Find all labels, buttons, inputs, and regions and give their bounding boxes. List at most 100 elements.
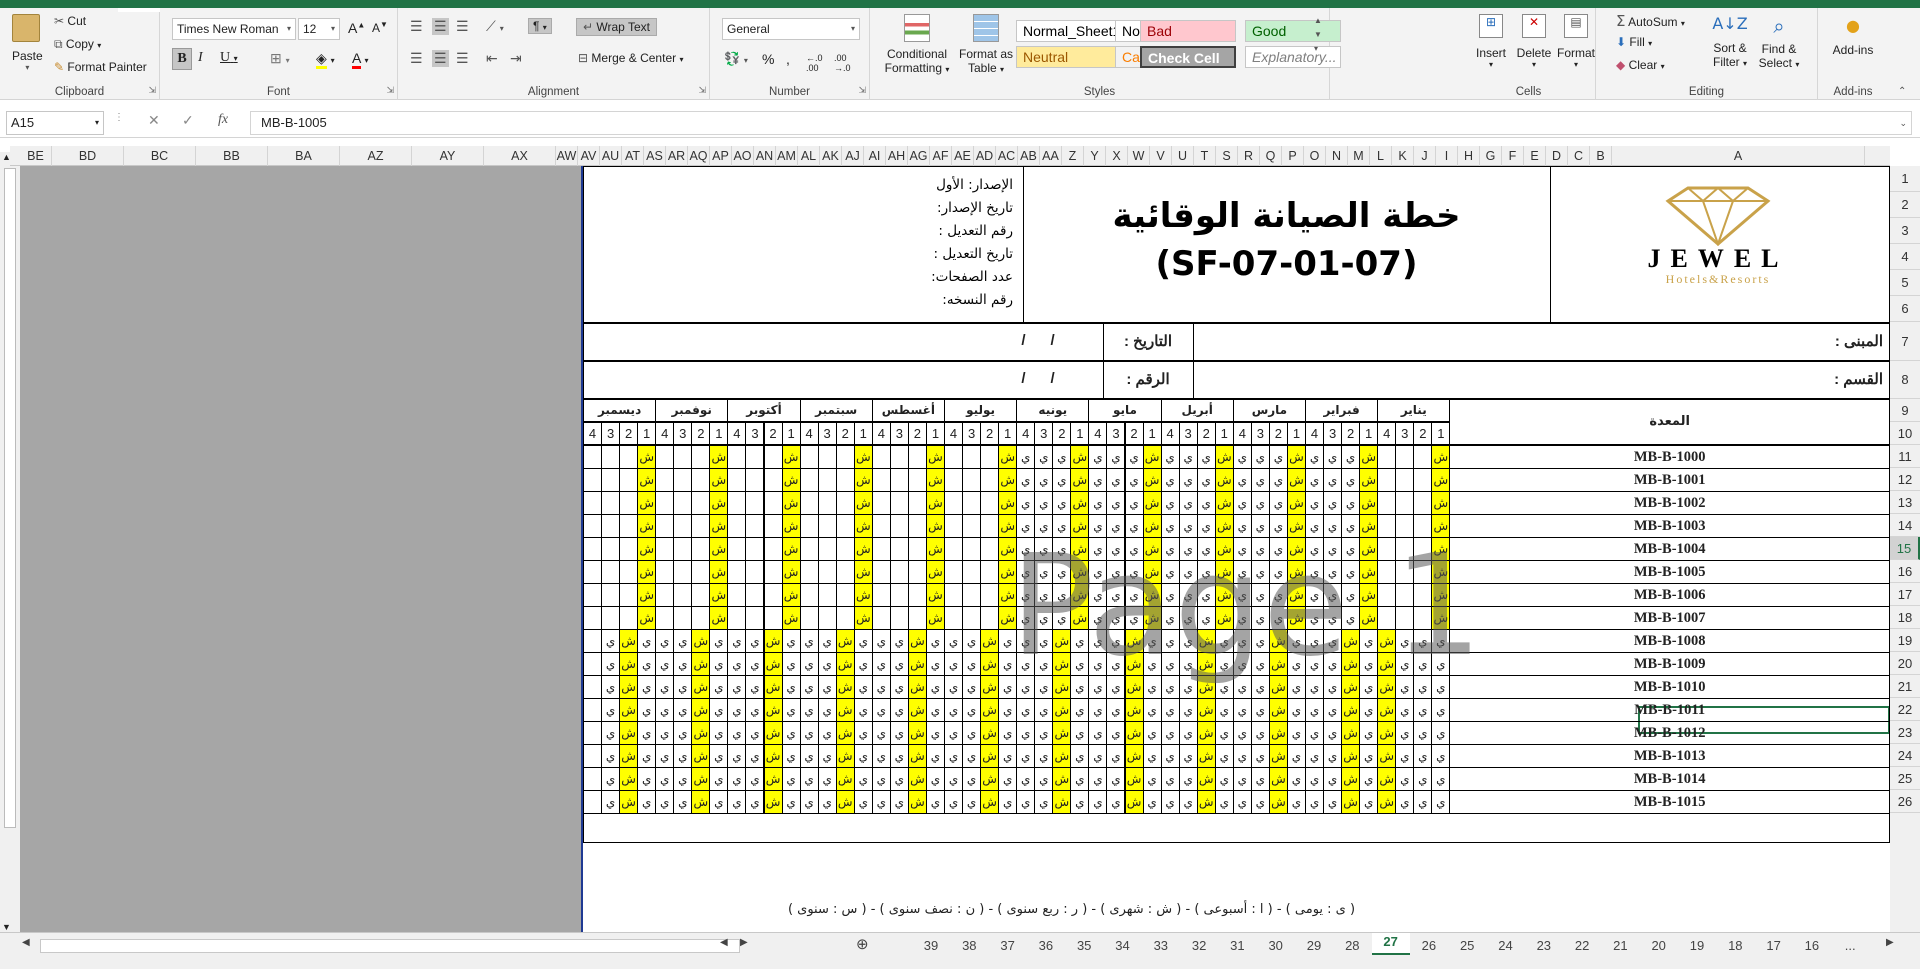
schedule-cell[interactable]: ي (1431, 721, 1451, 745)
schedule-cell[interactable]: ش (1377, 698, 1397, 722)
sheet-tab[interactable]: 38 (950, 937, 988, 959)
schedule-cell[interactable]: ش (1070, 445, 1090, 469)
schedule-cell[interactable]: ش (619, 790, 639, 814)
schedule-cell[interactable] (871, 514, 891, 538)
schedule-cell[interactable]: ي (673, 767, 693, 791)
column-header[interactable]: AE (952, 146, 974, 166)
schedule-cell[interactable]: ش (1377, 675, 1397, 699)
schedule-cell[interactable]: ش (1341, 721, 1361, 745)
font-name-dropdown[interactable]: Times New Roman ▾ (172, 18, 296, 40)
schedule-cell[interactable] (817, 606, 837, 630)
schedule-cell[interactable]: ي (1124, 445, 1144, 469)
schedule-cell[interactable]: ي (1106, 790, 1126, 814)
schedule-cell[interactable] (944, 445, 964, 469)
schedule-cell[interactable]: ي (1323, 560, 1343, 584)
align-left-icon[interactable]: ☰ (410, 50, 423, 67)
schedule-cell[interactable]: ي (1178, 652, 1198, 676)
schedule-cell[interactable]: ي (637, 698, 657, 722)
column-header[interactable]: O (1304, 146, 1326, 166)
schedule-cell[interactable] (727, 537, 747, 561)
schedule-cell[interactable]: ي (727, 652, 747, 676)
schedule-cell[interactable] (583, 675, 603, 699)
schedule-cell[interactable] (835, 491, 855, 515)
formula-input[interactable]: MB-B-1005 ⌄ (250, 111, 1912, 135)
sheet-tab[interactable]: 25 (1448, 937, 1486, 959)
schedule-cell[interactable]: ي (1305, 560, 1325, 584)
schedule-cell[interactable]: ي (1178, 491, 1198, 515)
schedule-cell[interactable]: ش (691, 629, 711, 653)
rtl-direction-icon[interactable]: ¶ ▾ (528, 18, 552, 34)
schedule-cell[interactable]: ي (1250, 583, 1270, 607)
schedule-cell[interactable] (727, 468, 747, 492)
schedule-cell[interactable]: ش (1070, 514, 1090, 538)
schedule-cell[interactable]: ي (1034, 514, 1054, 538)
schedule-cell[interactable]: ش (925, 491, 945, 515)
schedule-cell[interactable]: ي (1052, 606, 1072, 630)
schedule-cell[interactable]: ش (619, 744, 639, 768)
schedule-cell[interactable]: ش (1431, 445, 1451, 469)
schedule-cell[interactable]: ي (1124, 491, 1144, 515)
column-header[interactable]: AC (996, 146, 1018, 166)
schedule-cell[interactable] (1377, 514, 1397, 538)
schedule-cell[interactable]: ي (1323, 491, 1343, 515)
schedule-cell[interactable]: ي (1052, 583, 1072, 607)
schedule-cell[interactable]: ي (1250, 468, 1270, 492)
schedule-cell[interactable] (980, 583, 1000, 607)
row-header[interactable]: 13 (1890, 491, 1920, 514)
schedule-cell[interactable]: ش (835, 744, 855, 768)
schedule-cell[interactable] (655, 537, 675, 561)
schedule-cell[interactable]: ش (1052, 629, 1072, 653)
schedule-cell[interactable]: ي (781, 790, 801, 814)
schedule-cell[interactable] (907, 491, 927, 515)
schedule-cell[interactable] (673, 514, 693, 538)
row-header[interactable]: 23 (1890, 721, 1920, 744)
schedule-cell[interactable] (727, 560, 747, 584)
decrease-decimal-icon[interactable]: .00 →.0 (834, 53, 851, 73)
row-header[interactable]: 17 (1890, 583, 1920, 606)
fill-color-icon[interactable]: ◈ ▾ (316, 50, 335, 69)
schedule-cell[interactable]: ي (1142, 698, 1162, 722)
schedule-cell[interactable]: ي (655, 767, 675, 791)
schedule-cell[interactable]: ي (1286, 721, 1306, 745)
schedule-cell[interactable]: ش (637, 537, 657, 561)
schedule-cell[interactable]: ي (962, 721, 982, 745)
schedule-cell[interactable]: ي (1268, 606, 1288, 630)
schedule-cell[interactable] (673, 583, 693, 607)
sheet-tab[interactable]: 39 (912, 937, 950, 959)
schedule-cell[interactable]: ي (799, 721, 819, 745)
increase-font-icon[interactable]: A▲ (348, 20, 365, 36)
sheet-tab[interactable]: 26 (1410, 937, 1448, 959)
schedule-cell[interactable] (944, 583, 964, 607)
schedule-cell[interactable]: ش (1052, 675, 1072, 699)
schedule-cell[interactable]: ي (1359, 629, 1379, 653)
schedule-cell[interactable] (817, 560, 837, 584)
schedule-cell[interactable]: ي (745, 721, 765, 745)
schedule-cell[interactable]: ي (709, 767, 729, 791)
schedule-cell[interactable]: ي (817, 721, 837, 745)
schedule-cell[interactable]: ي (1196, 445, 1216, 469)
schedule-cell[interactable]: ي (709, 629, 729, 653)
underline-button[interactable]: U ▾ (220, 50, 238, 66)
column-header[interactable]: AH (886, 146, 908, 166)
schedule-cell[interactable]: ي (1250, 514, 1270, 538)
schedule-cell[interactable]: ي (1106, 445, 1126, 469)
schedule-cell[interactable] (583, 767, 603, 791)
row-header[interactable]: 7 (1890, 323, 1920, 361)
schedule-cell[interactable]: ي (1016, 583, 1036, 607)
schedule-cell[interactable] (727, 514, 747, 538)
schedule-cell[interactable]: ش (1052, 721, 1072, 745)
schedule-cell[interactable] (907, 537, 927, 561)
row-header[interactable]: 11 (1890, 445, 1920, 468)
schedule-cell[interactable] (745, 583, 765, 607)
schedule-cell[interactable]: ي (1323, 675, 1343, 699)
schedule-cell[interactable] (727, 445, 747, 469)
schedule-cell[interactable] (980, 514, 1000, 538)
schedule-cell[interactable]: ي (1413, 629, 1433, 653)
schedule-cell[interactable]: ش (1268, 698, 1288, 722)
schedule-cell[interactable]: ي (1142, 790, 1162, 814)
schedule-cell[interactable] (889, 468, 909, 492)
schedule-cell[interactable]: ي (1268, 445, 1288, 469)
schedule-cell[interactable]: ش (637, 468, 657, 492)
number-format-dropdown[interactable]: General ▾ (722, 18, 860, 40)
gallery-scroll-icon[interactable]: ▲ ▼ ▾ (1314, 14, 1322, 56)
